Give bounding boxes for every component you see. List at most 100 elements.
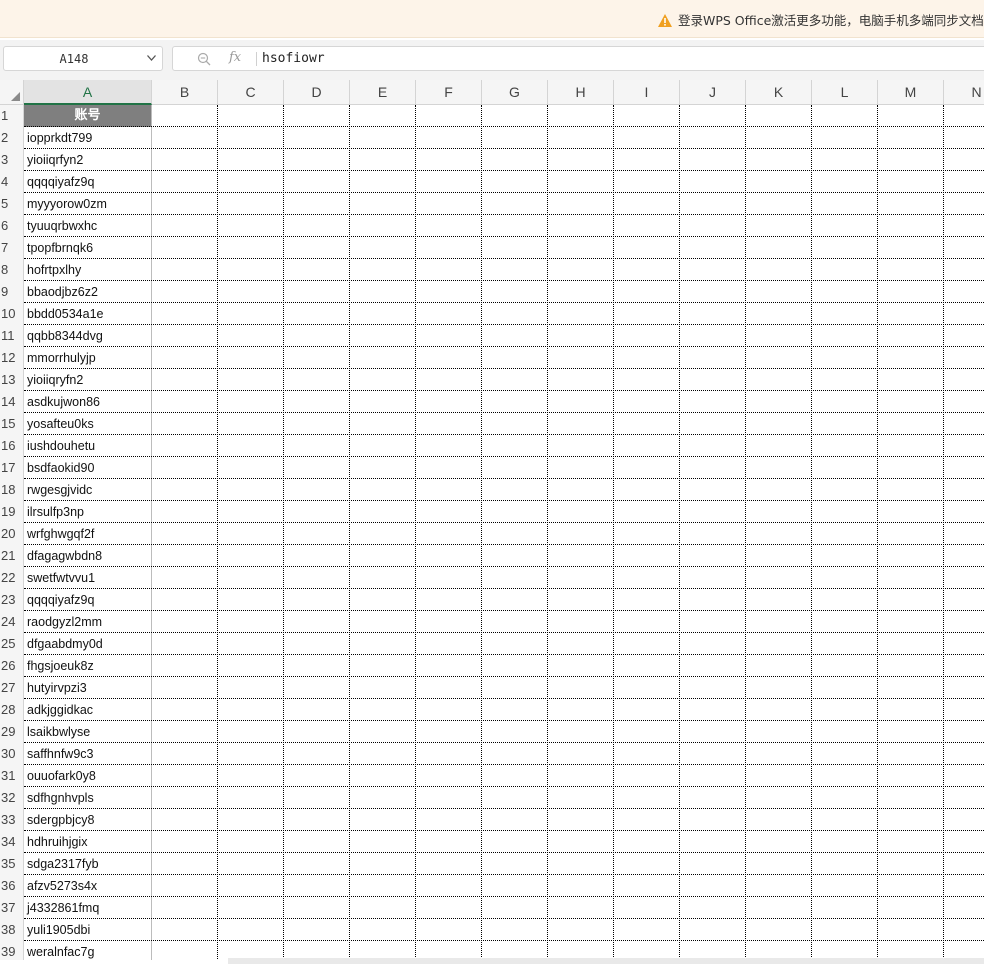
column-header-b[interactable]: B [152,80,218,105]
account-cell[interactable]: lsaikbwlyse [24,721,152,743]
column-header-f[interactable]: F [416,80,482,105]
column-header-c[interactable]: C [218,80,284,105]
account-cell[interactable]: adkjggidkac [24,699,152,721]
account-cell[interactable]: ouuofark0y8 [24,765,152,787]
account-cell[interactable]: yioiiqrfyn2 [24,149,152,171]
row-header-35[interactable]: 35 [0,853,24,875]
row-header-9[interactable]: 9 [0,281,24,303]
account-cell[interactable]: hdhruihjgix [24,831,152,853]
spreadsheet-grid[interactable]: A B C D E F G H I J K L M N 1 账号 2 iopprkdt799 3 yioiiqrfyn… [0,80,984,960]
chevron-down-icon[interactable] [147,55,156,61]
column-header-g[interactable]: G [482,80,548,105]
account-cell[interactable]: iushdouhetu [24,435,152,457]
column-header-l[interactable]: L [812,80,878,105]
account-cell[interactable]: iopprkdt799 [24,127,152,149]
row-header-6[interactable]: 6 [0,215,24,237]
banner-message[interactable]: 登录WPS Office激活更多功能，电脑手机多端同步文档数 [658,10,984,29]
zoom-icon[interactable] [197,52,211,66]
row-header-39[interactable]: 39 [0,941,24,960]
column-header-k[interactable]: K [746,80,812,105]
row-header-36[interactable]: 36 [0,875,24,897]
row-header-12[interactable]: 12 [0,347,24,369]
account-cell[interactable]: qqbb8344dvg [24,325,152,347]
column-header-n[interactable]: N [944,80,984,105]
row-header-33[interactable]: 33 [0,809,24,831]
account-cell[interactable]: saffhnfw9c3 [24,743,152,765]
account-cell[interactable]: dfgaabdmy0d [24,633,152,655]
row-header-19[interactable]: 19 [0,501,24,523]
account-cell[interactable]: sdga2317fyb [24,853,152,875]
account-cell[interactable]: fhgsjoeuk8z [24,655,152,677]
column-header-a[interactable]: A [24,80,152,105]
row-header-17[interactable]: 17 [0,457,24,479]
row-header-10[interactable]: 10 [0,303,24,325]
select-all-corner[interactable] [0,80,24,105]
row-header-37[interactable]: 37 [0,897,24,919]
row-header-7[interactable]: 7 [0,237,24,259]
account-cell[interactable]: j4332861fmq [24,897,152,919]
row-header-4[interactable]: 4 [0,171,24,193]
row-header-31[interactable]: 31 [0,765,24,787]
row-header-24[interactable]: 24 [0,611,24,633]
account-cell[interactable]: swetfwtvvu1 [24,567,152,589]
row-header-16[interactable]: 16 [0,435,24,457]
row-header-11[interactable]: 11 [0,325,24,347]
header-cell-account[interactable]: 账号 [24,105,152,127]
column-header-d[interactable]: D [284,80,350,105]
account-cell[interactable]: wrfghwgqf2f [24,523,152,545]
account-cell[interactable]: myyyorow0zm [24,193,152,215]
account-cell[interactable]: qqqqiyafz9q [24,589,152,611]
column-header-j[interactable]: J [680,80,746,105]
account-cell[interactable]: bbaodjbz6z2 [24,281,152,303]
formula-value[interactable]: hsofiowr [262,51,325,66]
account-cell[interactable]: mmorrhulyjp [24,347,152,369]
row-header-25[interactable]: 25 [0,633,24,655]
account-cell[interactable]: bbdd0534a1e [24,303,152,325]
row-header-15[interactable]: 15 [0,413,24,435]
account-cell[interactable]: hutyirvpzi3 [24,677,152,699]
row-header-29[interactable]: 29 [0,721,24,743]
row-header-23[interactable]: 23 [0,589,24,611]
row-header-34[interactable]: 34 [0,831,24,853]
column-header-e[interactable]: E [350,80,416,105]
account-cell[interactable]: hofrtpxlhy [24,259,152,281]
row-header-8[interactable]: 8 [0,259,24,281]
fx-icon[interactable]: fx [229,50,241,65]
account-cell[interactable]: yioiiqryfn2 [24,369,152,391]
account-cell[interactable]: ilrsulfp3np [24,501,152,523]
row-header-1[interactable]: 1 [0,105,24,127]
row-header-13[interactable]: 13 [0,369,24,391]
horizontal-scrollbar[interactable] [228,958,984,964]
row-header-28[interactable]: 28 [0,699,24,721]
account-cell[interactable]: afzv5273s4x [24,875,152,897]
formula-bar[interactable]: fx hsofiowr [172,46,984,71]
account-cell[interactable]: raodgyzl2mm [24,611,152,633]
column-header-h[interactable]: H [548,80,614,105]
row-header-14[interactable]: 14 [0,391,24,413]
row-header-18[interactable]: 18 [0,479,24,501]
row-header-32[interactable]: 32 [0,787,24,809]
column-header-i[interactable]: I [614,80,680,105]
row-header-20[interactable]: 20 [0,523,24,545]
account-cell[interactable]: yosafteu0ks [24,413,152,435]
row-header-26[interactable]: 26 [0,655,24,677]
row-header-21[interactable]: 21 [0,545,24,567]
account-cell[interactable]: weralnfac7g [24,941,152,960]
name-box[interactable]: A148 [3,46,163,71]
row-header-3[interactable]: 3 [0,149,24,171]
account-cell[interactable]: sdfhgnhvpls [24,787,152,809]
row-header-30[interactable]: 30 [0,743,24,765]
column-header-m[interactable]: M [878,80,944,105]
account-cell[interactable]: rwgesgjvidc [24,479,152,501]
row-header-5[interactable]: 5 [0,193,24,215]
account-cell[interactable]: yuli1905dbi [24,919,152,941]
account-cell[interactable]: asdkujwon86 [24,391,152,413]
row-header-2[interactable]: 2 [0,127,24,149]
account-cell[interactable]: qqqqiyafz9q [24,171,152,193]
row-header-27[interactable]: 27 [0,677,24,699]
row-header-22[interactable]: 22 [0,567,24,589]
account-cell[interactable]: tyuuqrbwxhc [24,215,152,237]
account-cell[interactable]: sdergpbjcy8 [24,809,152,831]
account-cell[interactable]: dfagagwbdn8 [24,545,152,567]
row-header-38[interactable]: 38 [0,919,24,941]
